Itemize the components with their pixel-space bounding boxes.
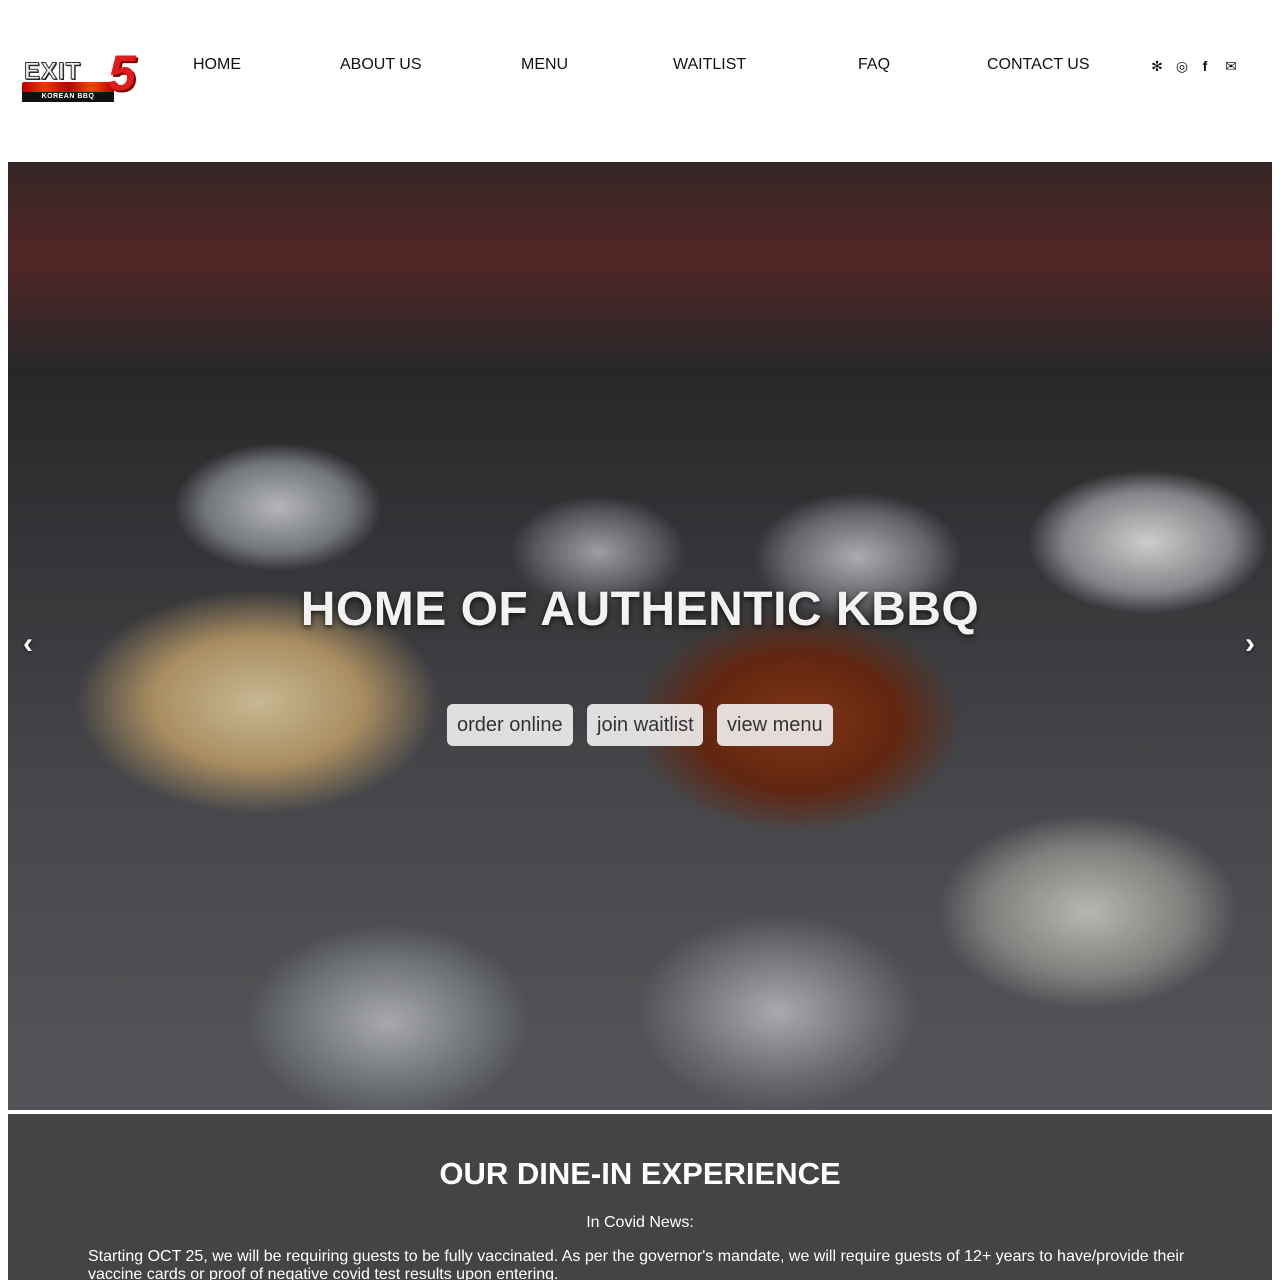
view-menu-button[interactable]: view menu [717, 704, 833, 746]
logo-flames [22, 82, 114, 92]
join-waitlist-button[interactable]: join waitlist [587, 704, 703, 746]
nav-item-home[interactable]: HOME [193, 56, 241, 74]
dine-in-section: OUR DINE-IN EXPERIENCE In Covid News: St… [8, 1114, 1272, 1280]
social-links: ✻ ◎ f ✉ [1148, 57, 1248, 75]
nav-item-contact-us[interactable]: CONTACT US [987, 56, 1090, 74]
site-header: EXIT KOREAN BBQ 5 HOME ABOUT US MENU WAI… [0, 0, 1280, 160]
carousel-prev-icon[interactable]: ‹ [16, 626, 40, 662]
dine-in-title: OUR DINE-IN EXPERIENCE [439, 1156, 841, 1191]
covid-news-label: In Covid News: [586, 1214, 694, 1231]
yelp-icon[interactable]: ✻ [1148, 57, 1166, 75]
nav-item-faq[interactable]: FAQ [858, 56, 890, 74]
nav-item-about-us[interactable]: ABOUT US [340, 56, 422, 74]
covid-news-text: Starting OCT 25, we will be requiring gu… [88, 1248, 1185, 1280]
nav-item-waitlist[interactable]: WAITLIST [673, 56, 746, 74]
logo-subtitle: KOREAN BBQ [22, 92, 114, 102]
carousel-next-icon[interactable]: › [1238, 626, 1262, 662]
instagram-icon[interactable]: ◎ [1173, 57, 1191, 75]
nav-item-menu[interactable]: MENU [521, 56, 568, 74]
email-icon[interactable]: ✉ [1222, 57, 1240, 75]
main-nav: HOME ABOUT US MENU WAITLIST FAQ CONTACT … [0, 56, 1280, 76]
hero-title: HOME OF AUTHENTIC KBBQ [300, 583, 980, 636]
order-online-button[interactable]: order online [447, 704, 573, 746]
hero-carousel: HOME OF AUTHENTIC KBBQ order online join… [8, 162, 1272, 1110]
facebook-icon[interactable]: f [1196, 57, 1214, 75]
hero-button-group: order online join waitlist view menu [8, 704, 1272, 748]
